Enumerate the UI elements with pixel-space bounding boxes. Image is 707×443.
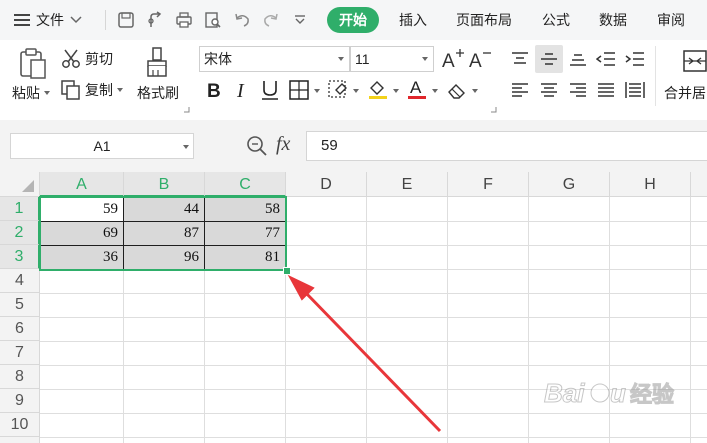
name-box[interactable]: A1 [10, 133, 194, 159]
merge-button[interactable]: 合并居 [664, 83, 706, 103]
cut-button[interactable]: 剪切 [61, 49, 113, 69]
justify-icon[interactable] [595, 79, 617, 101]
undo-icon[interactable] [230, 8, 254, 32]
bold-icon[interactable]: B [203, 79, 225, 101]
tab-insert[interactable]: 插入 [397, 7, 429, 33]
export-icon[interactable] [143, 8, 167, 32]
print-icon[interactable] [172, 8, 196, 32]
fx-button[interactable]: fx [276, 133, 290, 156]
chevron-down-icon[interactable] [353, 89, 359, 93]
hamburger-icon [14, 13, 30, 27]
chevron-down-icon[interactable] [314, 89, 320, 93]
tab-data[interactable]: 数据 [597, 7, 629, 33]
paste-icon[interactable] [19, 47, 47, 79]
chevron-down-icon[interactable] [393, 89, 399, 93]
fill-effects-icon[interactable] [327, 79, 349, 101]
align-bottom-icon[interactable] [567, 48, 589, 70]
formula-input[interactable]: 59 [306, 131, 707, 161]
scissors-icon [61, 49, 81, 69]
copy-button[interactable]: 复制 [61, 80, 123, 100]
tab-home[interactable]: 开始 [327, 7, 379, 33]
svg-text:u: u [610, 378, 626, 408]
divider [105, 10, 106, 30]
chevron-down-icon [44, 91, 50, 95]
merge-icon[interactable] [683, 47, 707, 75]
align-right-icon[interactable] [567, 79, 589, 101]
name-box-value: A1 [93, 138, 111, 154]
copy-label: 复制 [85, 82, 113, 98]
distributed-align-icon[interactable] [624, 79, 646, 101]
increase-font-icon[interactable]: A [441, 47, 465, 71]
chevron-down-icon [183, 145, 189, 149]
svg-text:I: I [236, 80, 245, 100]
group-launcher-icon[interactable] [490, 106, 497, 113]
chevron-down-icon [422, 57, 428, 61]
group-launcher-icon[interactable] [183, 106, 190, 113]
tab-formulas[interactable]: 公式 [540, 7, 572, 33]
svg-text:A: A [410, 78, 422, 97]
file-menu[interactable]: 文件 [14, 8, 82, 32]
decrease-indent-icon[interactable] [595, 48, 617, 70]
save-icon[interactable] [114, 8, 138, 32]
divider [655, 46, 656, 106]
italic-icon[interactable]: I [231, 79, 253, 101]
chevron-down-icon [70, 16, 82, 24]
tab-review[interactable]: 审阅 [655, 7, 687, 33]
paste-label: 粘贴 [12, 85, 40, 101]
format-painter-button[interactable]: 格式刷 [137, 83, 179, 103]
copy-icon [61, 80, 81, 100]
cut-label: 剪切 [85, 51, 113, 67]
svg-text:Bai: Bai [544, 378, 585, 408]
paste-button[interactable]: 粘贴 [12, 83, 50, 103]
align-left-icon[interactable] [509, 79, 531, 101]
svg-text:A: A [442, 51, 455, 71]
print-preview-icon[interactable] [201, 8, 225, 32]
file-menu-label: 文件 [36, 12, 64, 28]
borders-icon[interactable] [288, 79, 310, 101]
font-name-select[interactable]: 宋体 [199, 46, 350, 72]
chevron-down-icon[interactable] [472, 89, 478, 93]
underline-icon[interactable] [259, 79, 281, 101]
svg-text:A: A [469, 51, 482, 71]
fill-color-icon[interactable] [367, 78, 389, 100]
align-center-icon[interactable] [538, 79, 560, 101]
zoom-search-icon[interactable] [246, 135, 268, 157]
svg-text:B: B [207, 81, 221, 100]
font-size-value: 11 [355, 51, 370, 67]
svg-text:经验: 经验 [630, 382, 674, 408]
chevron-down-icon [117, 88, 123, 92]
font-name-value: 宋体 [204, 51, 232, 67]
decrease-font-icon[interactable]: A [468, 47, 492, 71]
font-size-select[interactable]: 11 [350, 46, 434, 72]
align-top-icon[interactable] [509, 48, 531, 70]
chevron-down-icon[interactable] [432, 89, 438, 93]
watermark-logo: Bai u 经验 [542, 374, 702, 414]
font-color-icon[interactable]: A [406, 78, 428, 100]
align-middle-icon [538, 48, 560, 70]
tab-page-layout[interactable]: 页面布局 [454, 7, 514, 33]
customize-toolbar-icon[interactable] [288, 8, 312, 32]
redo-icon[interactable] [259, 8, 283, 32]
align-middle-button[interactable] [535, 45, 563, 73]
chevron-down-icon [338, 57, 344, 61]
clear-format-icon[interactable] [446, 79, 468, 101]
increase-indent-icon[interactable] [624, 48, 646, 70]
format-painter-icon[interactable] [145, 46, 169, 78]
